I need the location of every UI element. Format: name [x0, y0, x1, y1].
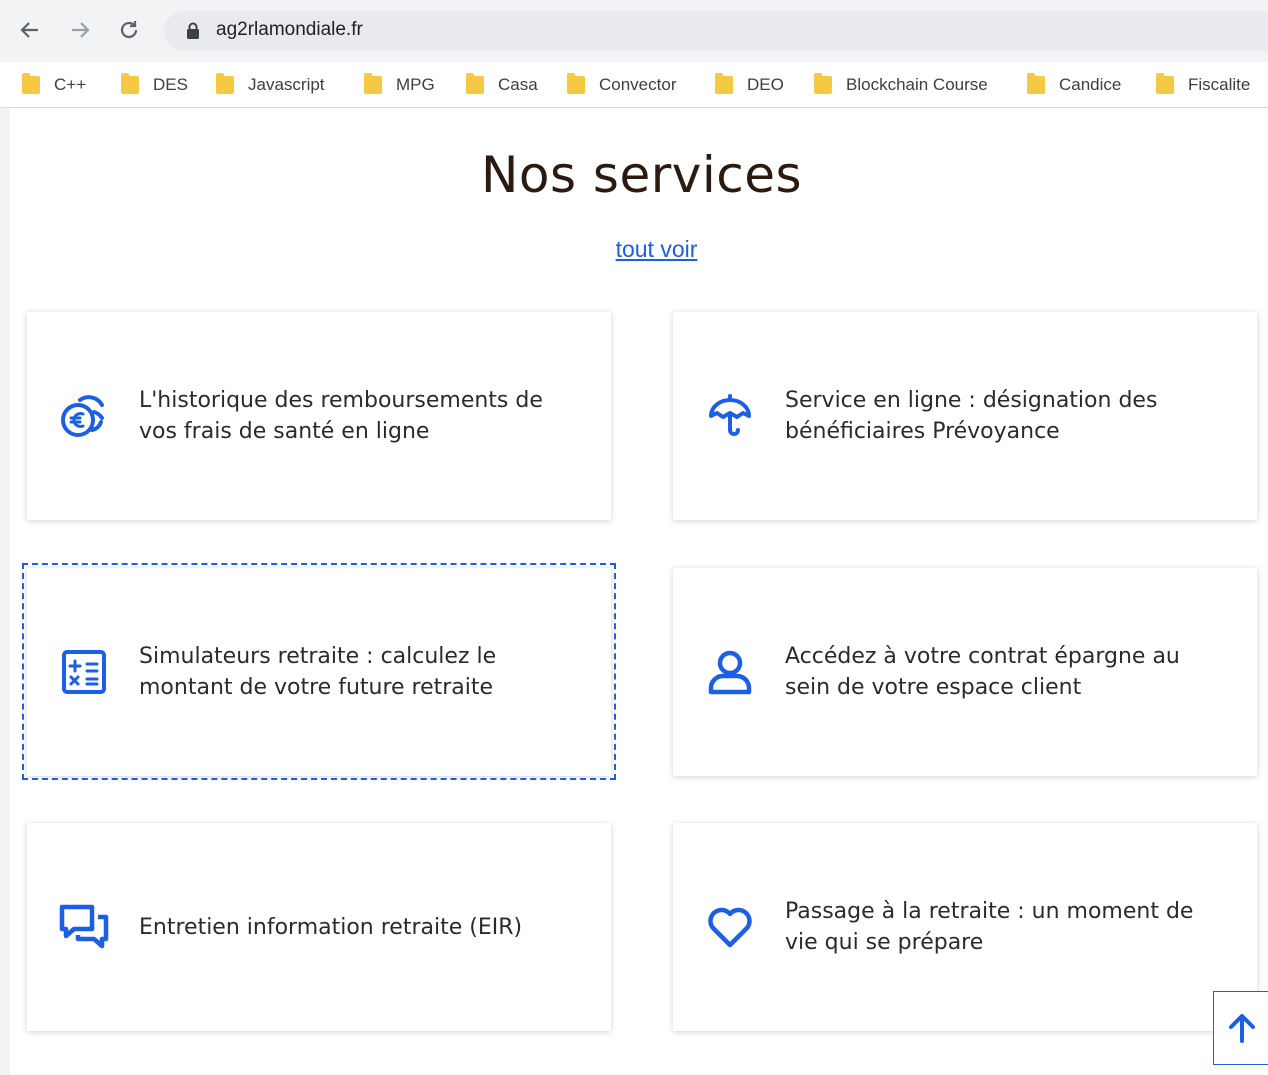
service-card-label: Entretien information retraite (EIR) [139, 914, 523, 940]
chat-bubbles-icon [57, 900, 111, 954]
euro-coins-icon [57, 389, 111, 443]
url-text[interactable]: ag2rlamondiale.fr [216, 19, 363, 41]
service-card-label: Accédez à votre contrat épargne au sein … [785, 644, 1180, 700]
folder-icon [715, 73, 733, 94]
service-card-label: L'historique des remboursements de vos f… [139, 388, 543, 444]
heart-icon [703, 900, 757, 954]
umbrella-icon [703, 389, 757, 443]
bookmark-folder[interactable]: Convector [567, 71, 676, 99]
user-icon [703, 645, 757, 699]
bookmark-folder[interactable]: Javascript [216, 71, 325, 99]
forward-button[interactable] [64, 14, 96, 46]
folder-icon [567, 73, 585, 94]
bookmark-folder[interactable]: MPG [364, 71, 435, 99]
reload-button[interactable] [113, 14, 145, 46]
bookmark-folder[interactable]: Casa [466, 71, 538, 99]
bookmark-folder[interactable]: Fiscalite [1156, 71, 1250, 99]
see-all-link[interactable]: tout voir [0, 236, 1268, 263]
bookmark-folder[interactable]: Candice [1027, 71, 1121, 99]
service-card-label: Passage à la retraite : un moment de vie… [785, 899, 1194, 955]
bookmark-folder[interactable]: C++ [22, 71, 86, 99]
arrow-left-icon [20, 22, 38, 38]
page-title: Nos services [480, 146, 803, 204]
folder-icon [1156, 73, 1174, 94]
bookmark-folder[interactable]: DEO [715, 71, 784, 99]
browser-toolbar: ag2rlamondiale.fr [0, 0, 1268, 62]
service-card-label: Service en ligne : désignation des bénéf… [785, 388, 1158, 444]
folder-icon [1027, 73, 1045, 94]
lock-icon [187, 22, 199, 39]
reload-icon [120, 21, 138, 39]
bookmark-folder[interactable]: Blockchain Course [814, 71, 988, 99]
back-to-top-button[interactable] [1213, 991, 1268, 1065]
back-button[interactable] [14, 14, 46, 46]
service-card-savings-contract[interactable]: Accédez à votre contrat épargne au sein … [673, 568, 1257, 776]
bookmarks-bar: C++ DES Javascript MPG Casa Convector DE… [0, 62, 1268, 108]
service-card-retirement-interview[interactable]: Entretien information retraite (EIR) [27, 823, 611, 1031]
service-card-beneficiaries[interactable]: Service en ligne : désignation des bénéf… [673, 312, 1257, 520]
arrow-right-icon [72, 22, 90, 38]
folder-icon [216, 73, 234, 94]
folder-icon [814, 73, 832, 94]
bookmark-folder[interactable]: DES [121, 71, 188, 99]
arrow-up-icon [1229, 1014, 1255, 1043]
focus-ring [22, 563, 616, 780]
folder-icon [121, 73, 139, 94]
service-card-retirement-transition[interactable]: Passage à la retraite : un moment de vie… [673, 823, 1257, 1031]
folder-icon [466, 73, 484, 94]
service-card-health-reimbursements[interactable]: L'historique des remboursements de vos f… [27, 312, 611, 520]
folder-icon [22, 73, 40, 94]
folder-icon [364, 73, 382, 94]
